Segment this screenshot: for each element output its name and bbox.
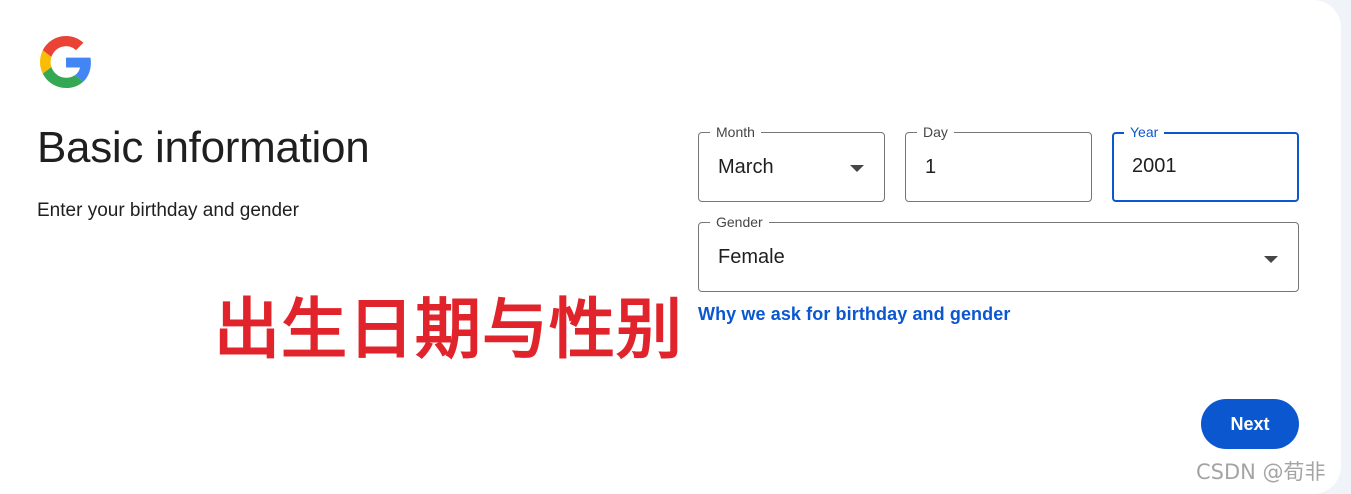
annotation-overlay-text: 出生日期与性别 — [214, 291, 683, 368]
dropdown-arrow-icon — [850, 165, 864, 172]
day-input[interactable]: Day 1 — [905, 124, 1092, 202]
next-button[interactable]: Next — [1201, 399, 1299, 449]
why-we-ask-link[interactable]: Why we ask for birthday and gender — [698, 304, 1010, 325]
gender-label: Gender — [710, 214, 769, 230]
gender-value: Female — [718, 246, 785, 268]
watermark-text: CSDN @荀非 — [1196, 460, 1326, 484]
dropdown-arrow-icon — [1264, 256, 1278, 263]
year-value: 2001 — [1132, 155, 1177, 177]
day-label: Day — [917, 124, 954, 140]
month-select[interactable]: Month March — [698, 124, 885, 202]
day-value: 1 — [925, 156, 937, 178]
page-subtitle: Enter your birthday and gender — [37, 200, 299, 221]
page-title: Basic information — [37, 123, 370, 172]
gender-select[interactable]: Gender Female — [698, 214, 1299, 292]
year-input[interactable]: Year 2001 — [1112, 124, 1299, 202]
month-label: Month — [710, 124, 761, 140]
month-value: March — [718, 156, 774, 178]
signup-card: Basic information Enter your birthday an… — [0, 0, 1341, 494]
year-label: Year — [1124, 124, 1165, 140]
google-g-logo-icon — [40, 36, 91, 88]
